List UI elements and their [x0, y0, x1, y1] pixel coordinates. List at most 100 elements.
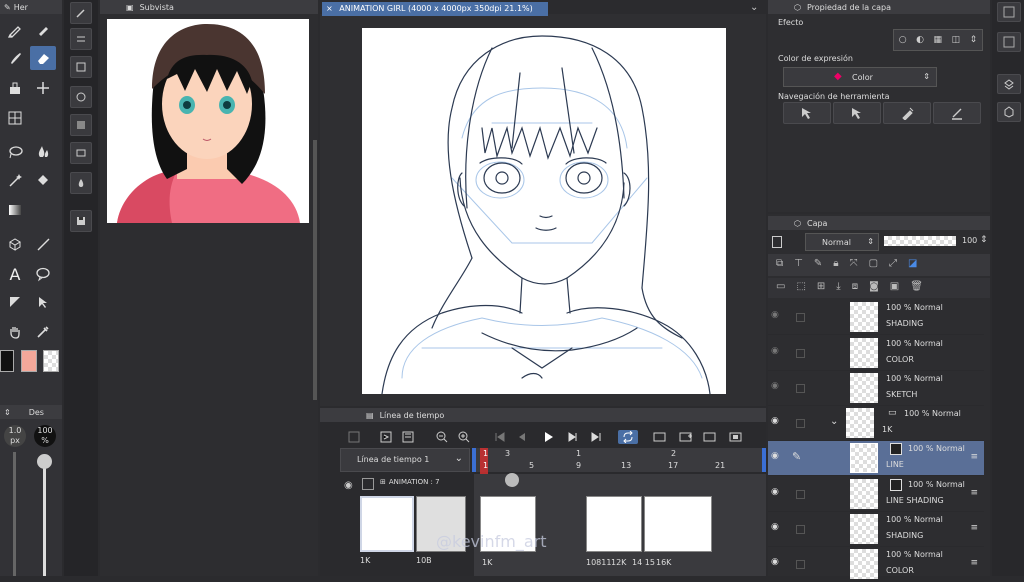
timeline-range-end-marker[interactable]: [762, 448, 766, 472]
timeline-range-start-marker[interactable]: [472, 448, 476, 472]
pen-tool-icon[interactable]: [2, 18, 28, 42]
main-color-swatch[interactable]: [0, 350, 14, 372]
sub-color-swatch[interactable]: [21, 350, 37, 372]
go-last-frame-icon[interactable]: [588, 430, 604, 444]
transparent-color-swatch[interactable]: [43, 350, 59, 372]
sub-tool-material-icon[interactable]: [70, 114, 92, 136]
layer-row[interactable]: ◉ 100 % Normal SKETCH: [768, 371, 984, 406]
delete-layer-icon[interactable]: 🗑︎: [910, 281, 923, 292]
object-select-icon[interactable]: [2, 232, 28, 256]
sub-tool-history-icon[interactable]: [70, 86, 92, 108]
blend-mode-select[interactable]: Normal ⇕: [805, 233, 879, 251]
new-raster-layer-icon[interactable]: ▭: [776, 281, 785, 292]
mask-enable-icon[interactable]: ▢: [869, 258, 878, 269]
pencil-tool-icon[interactable]: [30, 18, 56, 42]
layer-select-checkbox[interactable]: [796, 525, 805, 534]
eye-icon[interactable]: ◉: [771, 451, 779, 461]
eye-icon[interactable]: ◉: [771, 310, 779, 320]
new-vector-layer-icon[interactable]: ⬚: [796, 281, 805, 292]
dock-3d-icon[interactable]: [997, 102, 1021, 122]
pattern-effect-icon[interactable]: ▦: [934, 35, 943, 45]
brush-tool-icon[interactable]: [2, 46, 28, 70]
layer-mask-icon[interactable]: ◙: [869, 281, 879, 292]
line-tool-icon[interactable]: [30, 232, 56, 256]
dock-layer-search-icon[interactable]: [997, 74, 1021, 94]
layer-select-checkbox[interactable]: [796, 560, 805, 569]
zoom-out-icon[interactable]: [434, 430, 450, 444]
expression-color-select[interactable]: ◆ Color ⇕: [783, 67, 937, 87]
brush-opacity-handle[interactable]: [37, 454, 52, 469]
prev-frame-icon[interactable]: [514, 430, 530, 444]
ruler-tool-icon[interactable]: [2, 106, 28, 130]
lasso-tool-icon[interactable]: [2, 140, 28, 164]
timeline-frame-thumb[interactable]: [360, 496, 414, 552]
eye-icon[interactable]: ◉: [771, 522, 779, 532]
layer-select-checkbox[interactable]: [796, 490, 805, 499]
timeline-settings-icon[interactable]: [378, 430, 394, 444]
timeline-frame-thumb[interactable]: [586, 496, 642, 552]
timeline-frame-icon[interactable]: [400, 430, 416, 444]
eye-icon[interactable]: ◉: [771, 346, 779, 356]
sub-tool-layer-icon[interactable]: [70, 142, 92, 164]
nav-select-layer-icon[interactable]: [833, 102, 881, 124]
sub-tool-save-icon[interactable]: [70, 210, 92, 232]
eye-icon[interactable]: ◉: [771, 416, 779, 426]
paint-bucket-icon[interactable]: [30, 168, 56, 192]
border-effect-icon[interactable]: ○: [899, 35, 907, 45]
sub-tool-settings-icon[interactable]: [70, 28, 92, 50]
drag-handle-icon[interactable]: ≡: [970, 452, 978, 462]
timeline-new-icon[interactable]: [346, 430, 362, 444]
loop-icon[interactable]: [618, 430, 638, 444]
layer-mask-toggle[interactable]: [772, 236, 782, 248]
merge-down-icon[interactable]: ⧈: [852, 281, 858, 292]
correct-line-icon[interactable]: [30, 290, 56, 314]
layer-select-checkbox[interactable]: [796, 419, 805, 428]
timeline-name-select[interactable]: Línea de tiempo 1 ⌄: [340, 448, 470, 472]
apply-mask-icon[interactable]: ▣: [890, 281, 899, 292]
brush-opacity-slider[interactable]: [43, 460, 46, 576]
blend-tool-icon[interactable]: [30, 140, 56, 164]
layer-select-checkbox[interactable]: [796, 349, 805, 358]
close-tab-icon[interactable]: ×: [326, 4, 333, 13]
dock-navigator-icon[interactable]: [997, 32, 1021, 52]
play-icon[interactable]: [540, 430, 556, 444]
tab-menu-chevron-icon[interactable]: ⌄: [750, 2, 758, 13]
stepper-icon[interactable]: ⇕: [970, 35, 978, 45]
drawing-canvas[interactable]: [362, 28, 726, 394]
new-cel-icon[interactable]: [678, 430, 694, 444]
ruler-show-icon[interactable]: ⤢: [889, 258, 897, 269]
nav-fill-icon[interactable]: [883, 102, 931, 124]
dock-info-icon[interactable]: [997, 2, 1021, 22]
eye-icon[interactable]: ◉: [771, 557, 779, 567]
drag-handle-icon[interactable]: ≡: [970, 523, 978, 533]
sub-tool-pen-icon[interactable]: [70, 2, 92, 24]
eyedropper-icon[interactable]: [30, 320, 56, 344]
brush-size-slider[interactable]: [13, 452, 16, 576]
sub-tool-transform-icon[interactable]: [70, 56, 92, 78]
eraser-tool-icon[interactable]: [30, 46, 56, 70]
layer-select-checkbox[interactable]: [796, 313, 805, 322]
clip-layer-icon[interactable]: ⧉: [776, 258, 783, 269]
nav-select-object-icon[interactable]: [783, 102, 831, 124]
balloon-tool-icon[interactable]: [30, 262, 56, 286]
track-scrub-handle[interactable]: [505, 473, 519, 487]
onion-skin-icon[interactable]: [728, 430, 744, 444]
zoom-in-icon[interactable]: [456, 430, 472, 444]
drag-handle-icon[interactable]: ≡: [970, 558, 978, 568]
nav-pen-icon[interactable]: [933, 102, 981, 124]
layer-row[interactable]: ◉ 100 % Normal COLOR: [768, 336, 984, 371]
layer-select-checkbox[interactable]: [796, 384, 805, 393]
eye-icon[interactable]: ◉: [771, 381, 779, 391]
layer-row[interactable]: ◉ 100 % Normal LINE SHADING ≡: [768, 477, 984, 512]
next-frame-icon[interactable]: [564, 430, 580, 444]
layer-color-effect-icon[interactable]: ◫: [952, 35, 961, 45]
drag-handle-icon[interactable]: ≡: [970, 488, 978, 498]
layer-toolbar-icons-2[interactable]: ▭ ⬚ ⊞ ⤓ ⧈ ◙ ▣ 🗑︎: [776, 281, 988, 292]
canvas-tab[interactable]: × ANIMATION GIRL (4000 x 4000px 350dpi 2…: [322, 2, 548, 16]
fill-tool-icon[interactable]: [2, 76, 28, 100]
opacity-value[interactable]: 100: [962, 236, 977, 245]
opacity-slider[interactable]: [884, 236, 956, 246]
new-animation-folder-icon[interactable]: [652, 430, 668, 444]
palette-color-icon[interactable]: ◪: [908, 258, 917, 269]
layer-folder-row[interactable]: ◉ ⌄ ▭ 100 % Normal 1K: [768, 406, 984, 441]
